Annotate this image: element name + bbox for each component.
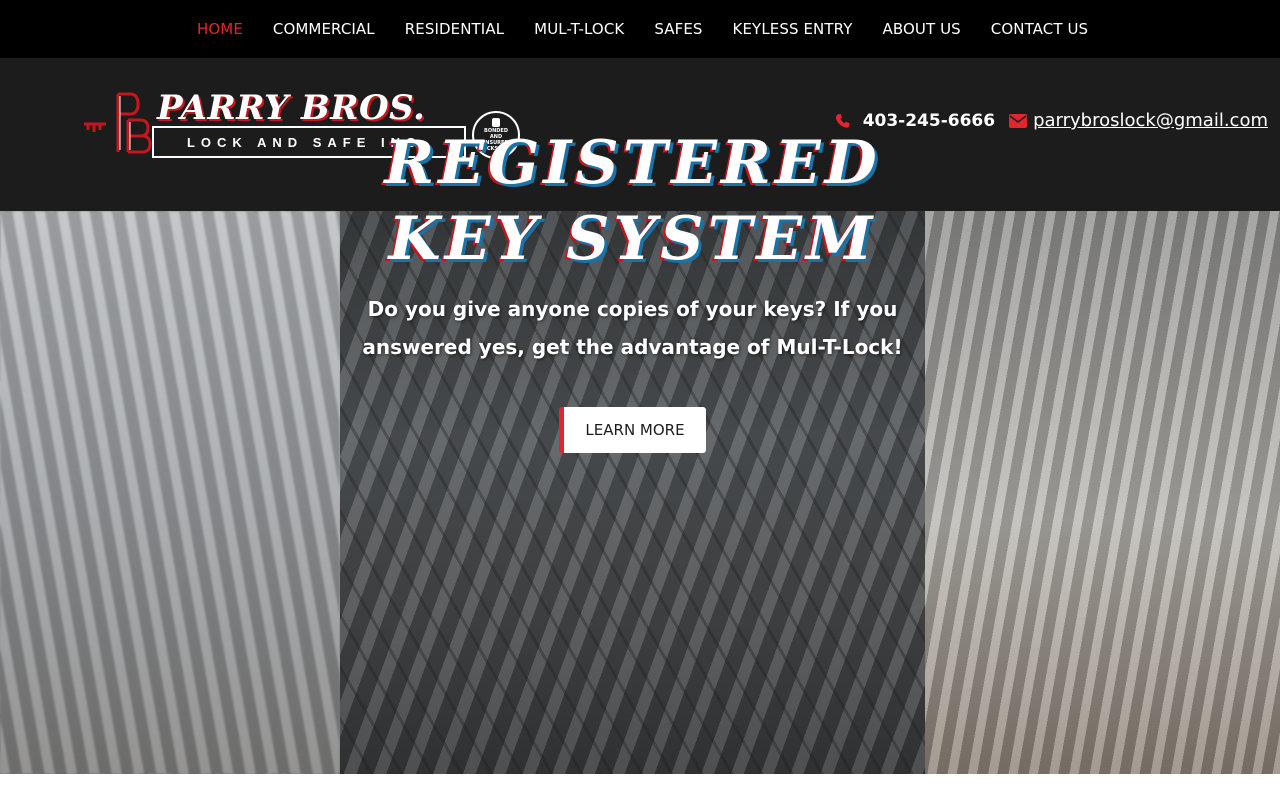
nav-item-home[interactable]: HOME [197,20,243,38]
learn-more-button[interactable]: LEARN MORE [559,407,706,453]
hero-title: REGISTERED KEY SYSTEM [340,125,925,277]
hero-image-left [0,211,340,774]
nav-item-residential[interactable]: RESIDENTIAL [405,20,504,38]
hero-subtitle: Do you give anyone copies of your keys? … [362,297,903,359]
hero-title-line-2: KEY SYSTEM [388,204,877,274]
pb-key-monogram-icon [84,92,152,154]
hero-title-line-1: REGISTERED [384,128,881,198]
nav-menu: HOME COMMERCIAL RESIDENTIAL MUL-T-LOCK S… [197,0,1118,58]
nav-item-contact-us[interactable]: CONTACT US [991,20,1088,38]
hero-image-right [925,211,1280,774]
nav-item-keyless-entry[interactable]: KEYLESS ENTRY [733,20,853,38]
nav-item-safes[interactable]: SAFES [654,20,702,38]
email-contact[interactable]: parrybroslock@gmail.com [1009,110,1268,131]
email-link[interactable]: parrybroslock@gmail.com [1033,110,1268,131]
nav-item-commercial[interactable]: COMMERCIAL [273,20,375,38]
envelope-icon [1009,113,1028,128]
top-navigation: HOME COMMERCIAL RESIDENTIAL MUL-T-LOCK S… [0,0,1280,58]
logo-brand-name: PARRY BROS. [157,88,426,128]
nav-item-about-us[interactable]: ABOUT US [882,20,960,38]
nav-item-mul-t-lock[interactable]: MUL-T-LOCK [534,20,624,38]
